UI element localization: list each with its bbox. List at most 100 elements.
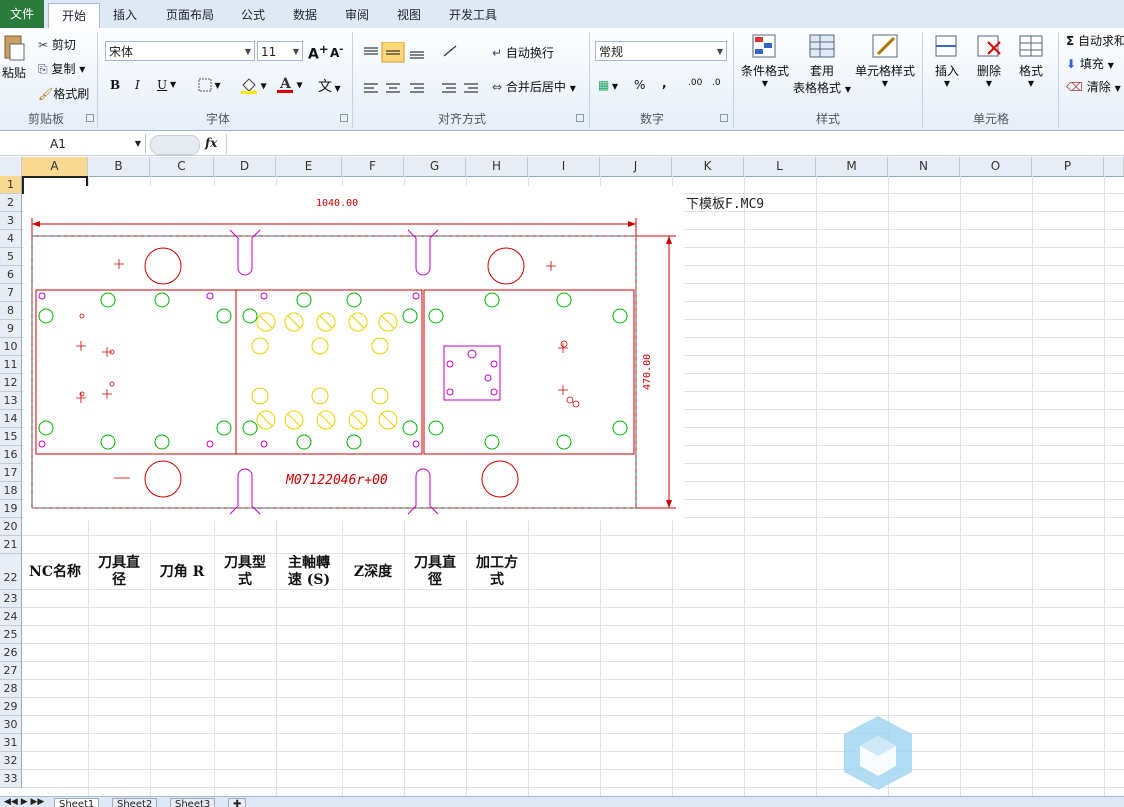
row-header[interactable]: 20 bbox=[0, 518, 22, 536]
cad-drawing-image[interactable]: 1040.00 470.00 M07122046r+00 bbox=[24, 186, 684, 520]
format-cells-button[interactable]: 格式 ▼ bbox=[1012, 32, 1050, 88]
column-header[interactable]: O bbox=[960, 157, 1032, 176]
row-header[interactable]: 2 bbox=[0, 194, 22, 212]
font-name-combo[interactable]: 宋体 ▼ bbox=[105, 41, 255, 61]
tab-insert[interactable]: 插入 bbox=[104, 3, 146, 27]
column-header[interactable]: D bbox=[214, 157, 276, 176]
cell-k2[interactable]: 下模板F.MC9 bbox=[686, 193, 764, 212]
number-launcher-icon[interactable] bbox=[720, 114, 728, 122]
header-cell-machining-method[interactable]: 加工方式 bbox=[466, 555, 528, 589]
header-cell-tool-diameter-2[interactable]: 刀具直徑 bbox=[404, 555, 466, 589]
fill-button[interactable]: ⬇ 填充 ▼ bbox=[1066, 55, 1114, 72]
tab-review[interactable]: 审阅 bbox=[336, 3, 378, 27]
tab-view[interactable]: 视图 bbox=[388, 3, 430, 27]
header-cell-tool-type[interactable]: 刀具型式 bbox=[214, 555, 276, 589]
row-header[interactable]: 23 bbox=[0, 590, 22, 608]
row-header[interactable]: 11 bbox=[0, 356, 22, 374]
grow-font-button[interactable]: A+ bbox=[308, 42, 329, 63]
underline-button[interactable]: U bbox=[157, 78, 167, 92]
cut-button[interactable]: ✂ 剪切 bbox=[38, 36, 76, 53]
tab-file[interactable]: 文件 bbox=[0, 0, 44, 28]
row-header[interactable]: 4 bbox=[0, 230, 22, 248]
column-header[interactable]: B bbox=[88, 157, 150, 176]
row-header[interactable]: 6 bbox=[0, 266, 22, 284]
row-header[interactable]: 18 bbox=[0, 482, 22, 500]
row-header[interactable]: 16 bbox=[0, 446, 22, 464]
column-header[interactable]: H bbox=[466, 157, 528, 176]
row-header[interactable]: 24 bbox=[0, 608, 22, 626]
copy-button[interactable]: ⎘ 复制 ▾ bbox=[38, 60, 85, 77]
currency-button[interactable]: ▦ ▼ bbox=[598, 78, 618, 92]
format-as-table-button[interactable]: 套用 表格格式 ▼ bbox=[792, 32, 852, 96]
alignment-launcher-icon[interactable] bbox=[576, 114, 584, 122]
header-cell-z-depth[interactable]: Z深度 bbox=[342, 564, 404, 581]
fill-color-button[interactable]: ▼ bbox=[240, 76, 267, 94]
tab-developer[interactable]: 开发工具 bbox=[440, 3, 506, 27]
row-header[interactable]: 25 bbox=[0, 626, 22, 644]
column-header[interactable]: J bbox=[600, 157, 672, 176]
row-header[interactable]: 27 bbox=[0, 662, 22, 680]
bold-button[interactable]: B bbox=[110, 78, 120, 92]
autosum-button[interactable]: Σ 自动求和 bbox=[1066, 32, 1124, 49]
border-button[interactable]: ▼ bbox=[198, 77, 221, 92]
row-header[interactable]: 14 bbox=[0, 410, 22, 428]
tab-page-layout[interactable]: 页面布局 bbox=[158, 3, 222, 27]
column-header[interactable]: K bbox=[672, 157, 744, 176]
column-header[interactable]: C bbox=[150, 157, 214, 176]
tab-data[interactable]: 数据 bbox=[284, 3, 326, 27]
tab-formulas[interactable]: 公式 bbox=[232, 3, 274, 27]
header-cell-corner-radius[interactable]: 刀角 R bbox=[150, 564, 214, 581]
format-painter-button[interactable]: 🖌格式刷 bbox=[38, 85, 89, 102]
row-header[interactable]: 30 bbox=[0, 716, 22, 734]
row-header[interactable]: 7 bbox=[0, 284, 22, 302]
column-header[interactable]: P bbox=[1032, 157, 1104, 176]
row-header[interactable]: 9 bbox=[0, 320, 22, 338]
row-header[interactable]: 1 bbox=[0, 176, 22, 194]
shrink-font-button[interactable]: A- bbox=[330, 44, 343, 60]
delete-cells-button[interactable]: 删除 ▼ bbox=[970, 32, 1008, 88]
decrease-decimal-button[interactable]: .0 bbox=[712, 78, 721, 88]
row-header[interactable]: 21 bbox=[0, 536, 22, 554]
row-header[interactable]: 31 bbox=[0, 734, 22, 752]
column-header[interactable] bbox=[1104, 157, 1124, 176]
tab-home[interactable]: 开始 bbox=[48, 3, 100, 29]
column-header[interactable]: G bbox=[404, 157, 466, 176]
row-header[interactable]: 32 bbox=[0, 752, 22, 770]
comma-button[interactable]: , bbox=[662, 76, 667, 90]
clear-button[interactable]: ⌫ 清除 ▼ bbox=[1066, 78, 1121, 95]
font-launcher-icon[interactable] bbox=[340, 114, 348, 122]
cell-styles-button[interactable]: 单元格样式 ▼ bbox=[854, 32, 916, 88]
name-box[interactable]: A1 ▼ bbox=[0, 134, 146, 154]
header-cell-spindle-speed[interactable]: 主軸轉速 (S) bbox=[276, 555, 342, 589]
conditional-format-button[interactable]: 条件格式 ▼ bbox=[740, 32, 790, 88]
column-header[interactable]: F bbox=[342, 157, 404, 176]
row-header[interactable]: 28 bbox=[0, 680, 22, 698]
row-header[interactable]: 5 bbox=[0, 248, 22, 266]
column-header[interactable]: M bbox=[816, 157, 888, 176]
row-header[interactable]: 26 bbox=[0, 644, 22, 662]
header-cell-nc-name[interactable]: NC名称 bbox=[22, 564, 88, 581]
row-header[interactable]: 19 bbox=[0, 500, 22, 518]
row-header[interactable]: 12 bbox=[0, 374, 22, 392]
row-header[interactable]: 10 bbox=[0, 338, 22, 356]
phonetic-button[interactable]: 文 ▼ bbox=[318, 76, 341, 96]
font-size-combo[interactable]: 11 ▼ bbox=[257, 41, 303, 61]
paste-button[interactable]: 粘贴 bbox=[0, 32, 28, 81]
insert-cells-button[interactable]: 插入 ▼ bbox=[928, 32, 966, 88]
column-header[interactable]: I bbox=[528, 157, 600, 176]
increase-decimal-button[interactable]: .00 bbox=[688, 78, 702, 88]
row-header[interactable]: 13 bbox=[0, 392, 22, 410]
header-cell-tool-diameter[interactable]: 刀具直径 bbox=[88, 555, 150, 589]
column-header[interactable]: L bbox=[744, 157, 816, 176]
wrap-text-button[interactable]: ↵ 自动换行 bbox=[492, 44, 554, 61]
insert-function-button[interactable]: fx bbox=[205, 136, 217, 150]
formula-bar-splitter[interactable] bbox=[150, 135, 200, 155]
formula-input[interactable] bbox=[226, 134, 1124, 154]
row-header[interactable]: 33 bbox=[0, 770, 22, 788]
select-all-corner[interactable] bbox=[0, 157, 22, 176]
number-format-combo[interactable]: 常规 ▼ bbox=[595, 41, 727, 61]
percent-button[interactable]: % bbox=[634, 78, 645, 92]
underline-dropdown-icon[interactable]: ▼ bbox=[170, 80, 176, 89]
row-header[interactable]: 29 bbox=[0, 698, 22, 716]
italic-button[interactable]: I bbox=[135, 78, 140, 92]
